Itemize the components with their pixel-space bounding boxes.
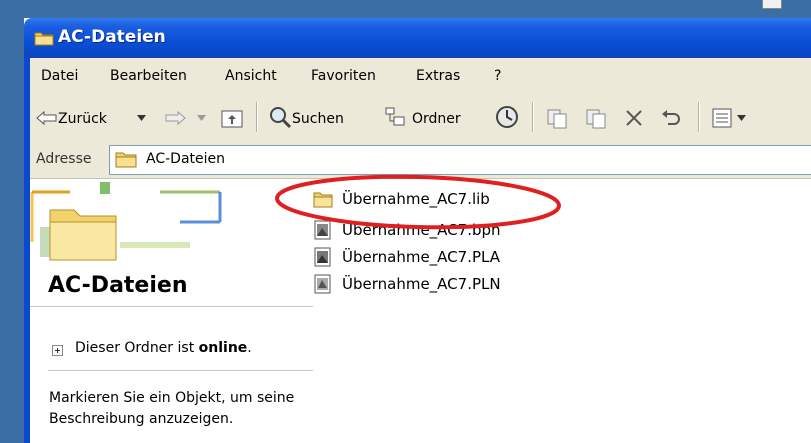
menu-ansicht[interactable]: Ansicht: [225, 68, 277, 84]
online-word: online: [198, 340, 248, 356]
selection-hint: Markieren Sie ein Objekt, um seine Besch…: [49, 390, 295, 427]
back-arrow-icon: [36, 110, 57, 126]
divider: [48, 370, 313, 371]
folder-icon: [34, 32, 54, 46]
background-window-edge: [762, 0, 782, 9]
address-label: Adresse: [36, 151, 92, 167]
search-button-label[interactable]: Suchen: [292, 111, 344, 127]
file-name: Übernahme_AC7.PLN: [342, 275, 501, 293]
menu-extras[interactable]: Extras: [416, 68, 460, 84]
expand-plus-icon[interactable]: [52, 345, 63, 356]
window-title: AC-Dateien: [58, 27, 166, 47]
folders-tree-icon[interactable]: [383, 105, 407, 129]
toolbar-separator: [256, 102, 258, 132]
task-pane-title: AC-Dateien: [48, 273, 188, 298]
online-prefix: Dieser Ordner ist: [75, 340, 199, 356]
back-label: Zurück: [58, 111, 107, 127]
chevron-down-icon[interactable]: [737, 115, 746, 121]
address-value[interactable]: AC-Dateien: [146, 151, 225, 167]
delete-icon[interactable]: [624, 108, 644, 128]
menu-datei[interactable]: Datei: [41, 68, 78, 84]
chevron-down-icon: [137, 115, 146, 121]
menu-help[interactable]: ?: [494, 68, 501, 84]
copy-to-icon[interactable]: [584, 106, 608, 130]
file-name: Übernahme_AC7.PLA: [342, 248, 500, 266]
move-to-icon[interactable]: [545, 106, 569, 130]
menu-favoriten[interactable]: Favoriten: [311, 68, 376, 84]
online-suffix: .: [247, 340, 252, 356]
folder-banner-graphic: [30, 182, 222, 261]
divider: [30, 306, 313, 307]
forward-arrow-icon[interactable]: [164, 110, 186, 126]
toolbar-separator: [698, 102, 700, 132]
folders-button-label[interactable]: Ordner: [412, 111, 461, 127]
toolbar-separator: [532, 102, 534, 132]
views-icon[interactable]: [711, 107, 733, 129]
archicad-pla-file-icon: [314, 247, 331, 267]
folder-icon: [115, 152, 137, 168]
undo-icon[interactable]: [660, 108, 682, 128]
search-icon[interactable]: [268, 105, 292, 129]
menu-bearbeiten[interactable]: Bearbeiten: [110, 68, 187, 84]
highlight-ellipse: [275, 174, 561, 230]
chevron-down-icon[interactable]: [197, 115, 206, 121]
online-status: Dieser Ordner ist online.: [75, 340, 252, 356]
archicad-pln-file-icon: [314, 274, 331, 294]
history-icon[interactable]: [494, 104, 520, 130]
folder-up-icon[interactable]: [220, 106, 244, 130]
desktop-background-left: [0, 0, 24, 443]
back-button[interactable]: Zurück: [34, 102, 154, 134]
